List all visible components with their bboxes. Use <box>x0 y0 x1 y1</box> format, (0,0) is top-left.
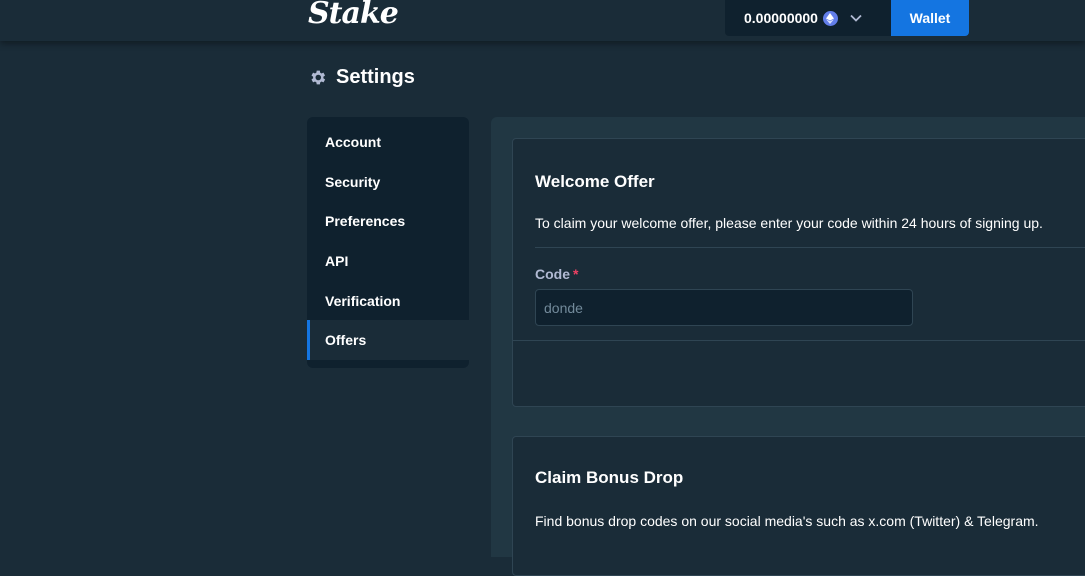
stake-logo[interactable]: Stake <box>308 0 399 31</box>
code-input[interactable] <box>535 289 913 326</box>
sidebar-item-api[interactable]: API <box>307 241 469 281</box>
code-label-text: Code <box>535 266 570 282</box>
welcome-offer-title: Welcome Offer <box>535 172 655 191</box>
top-bar: Stake 0.00000000 Wallet <box>0 0 1085 41</box>
sidebar-item-preferences[interactable]: Preferences <box>307 201 469 241</box>
page-title: Settings <box>308 66 415 89</box>
gear-icon <box>308 68 327 87</box>
ethereum-icon <box>822 10 838 26</box>
welcome-offer-card: Welcome Offer To claim your welcome offe… <box>512 138 1085 407</box>
bonus-drop-card: Claim Bonus Drop Find bonus drop codes o… <box>512 436 1085 576</box>
sidebar-item-account[interactable]: Account <box>307 122 469 162</box>
chevron-down-icon[interactable] <box>850 14 862 22</box>
bonus-drop-description: Find bonus drop codes on our social medi… <box>535 513 1039 529</box>
balance-value: 0.00000000 <box>744 10 818 26</box>
balance-selector[interactable]: 0.00000000 <box>725 0 895 36</box>
bonus-drop-title: Claim Bonus Drop <box>535 468 684 487</box>
page-title-text: Settings <box>336 66 415 88</box>
sidebar-item-verification[interactable]: Verification <box>307 281 469 321</box>
welcome-offer-description: To claim your welcome offer, please ente… <box>535 215 1043 231</box>
settings-sidebar: Account Security Preferences API Verific… <box>307 117 469 368</box>
sidebar-item-security[interactable]: Security <box>307 162 469 202</box>
required-marker: * <box>573 266 579 282</box>
code-label: Code * <box>535 266 578 282</box>
divider <box>535 247 1085 248</box>
sidebar-item-offers[interactable]: Offers <box>307 320 469 361</box>
wallet-button[interactable]: Wallet <box>891 0 969 36</box>
divider <box>513 340 1085 341</box>
